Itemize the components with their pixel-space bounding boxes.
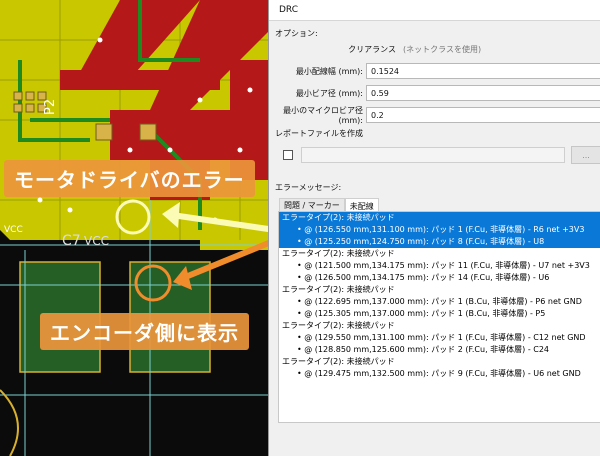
silk-label-vcc-2: VCC [84,234,109,248]
error-type-label: エラータイプ(2): 未接続パッド [282,249,395,258]
error-item[interactable]: • @ (128.850 mm,125.600 mm): パッド 2 (F.Cu… [279,344,600,356]
report-file-label: レポートファイルを作成 [275,129,363,138]
options-section-label: オプション: [275,29,318,38]
error-item-text: @ (129.475 mm,132.500 mm): パッド 9 (F.Cu, … [304,369,581,378]
silk-label-vcc: VCC [4,225,23,235]
error-type-label: エラータイプ(2): 未接続パッド [282,213,395,222]
error-item-text: @ (125.250 mm,124.750 mm): パッド 8 (F.Cu, … [304,237,545,246]
callout-encoder-side: エンコーダ側に表示 [40,313,249,350]
error-item[interactable]: • @ (129.550 mm,131.100 mm): パッド 1 (F.Cu… [279,332,600,344]
tab-problems-markers[interactable]: 問題 / マーカー [279,198,345,212]
drc-title: DRC [279,5,299,15]
error-item-text: @ (126.550 mm,131.100 mm): パッド 1 (F.Cu, … [304,225,585,234]
min-microvia-label: 最小のマイクロビア径 (mm): [283,106,363,125]
error-item-text: @ (122.695 mm,137.000 mm): パッド 1 (B.Cu, … [304,297,582,306]
error-group[interactable]: エラータイプ(2): 未接続パッド • @ (129.475 mm,132.50… [279,356,600,380]
error-item[interactable]: • @ (125.305 mm,137.000 mm): パッド 1 (B.Cu… [279,308,600,320]
error-type-label: エラータイプ(2): 未接続パッド [282,321,395,330]
min-via-label: 最小ビア径 (mm): [295,88,363,98]
error-item-text: @ (126.500 mm,134.175 mm): パッド 14 (F.Cu,… [304,273,550,282]
error-type-label: エラータイプ(2): 未接続パッド [282,357,395,366]
error-messages-label: エラーメッセージ: [275,183,342,192]
error-group[interactable]: エラータイプ(2): 未接続パッド • @ (126.550 mm,131.10… [279,212,600,248]
silk-label-p2: P2 [43,99,58,115]
clearance-label: クリアランス [348,44,396,54]
callout-driver-error: モータドライバのエラー [4,160,255,197]
error-item-text: @ (121.500 mm,134.175 mm): パッド 11 (F.Cu,… [304,261,590,270]
min-via-row: 最小ビア径 (mm): 0.59 [269,84,600,102]
clearance-value: (ネットクラスを使用) [403,44,482,54]
error-group[interactable]: エラータイプ(2): 未接続パッド • @ (122.695 mm,137.00… [279,284,600,320]
drc-titlebar[interactable]: DRC [269,0,600,21]
report-file-input[interactable] [301,147,565,163]
error-list[interactable]: エラータイプ(2): 未接続パッド • @ (126.550 mm,131.10… [278,211,600,423]
error-group[interactable]: エラータイプ(2): 未接続パッド • @ (121.500 mm,134.17… [279,248,600,284]
min-via-input[interactable]: 0.59 [366,85,600,101]
report-file-checkbox[interactable] [283,150,293,160]
min-track-width-row: 最小配線幅 (mm): 0.1524 [269,62,600,80]
error-item[interactable]: • @ (126.550 mm,131.100 mm): パッド 1 (F.Cu… [279,224,600,236]
min-microvia-input[interactable]: 0.2 [366,107,600,123]
error-type-label: エラータイプ(2): 未接続パッド [282,285,395,294]
min-track-width-label: 最小配線幅 (mm): [295,66,363,76]
min-track-width-input[interactable]: 0.1524 [366,63,600,79]
error-item[interactable]: • @ (121.500 mm,134.175 mm): パッド 11 (F.C… [279,260,600,272]
error-item[interactable]: • @ (122.695 mm,137.000 mm): パッド 1 (B.Cu… [279,296,600,308]
silk-label-c7: C7 [62,233,81,249]
error-item[interactable]: • @ (129.475 mm,132.500 mm): パッド 9 (F.Cu… [279,368,600,380]
error-item-text: @ (129.550 mm,131.100 mm): パッド 1 (F.Cu, … [304,333,586,342]
error-group[interactable]: エラータイプ(2): 未接続パッド • @ (129.550 mm,131.10… [279,320,600,356]
min-microvia-row: 最小のマイクロビア径 (mm): 0.2 [269,106,600,125]
browse-button[interactable]: ... [571,146,600,164]
error-item[interactable]: • @ (125.250 mm,124.750 mm): パッド 8 (F.Cu… [279,236,600,248]
error-item-text: @ (128.850 mm,125.600 mm): パッド 2 (F.Cu, … [304,345,550,354]
error-tabs: 問題 / マーカー 未配線 [279,198,379,213]
clearance-row: クリアランス (ネットクラスを使用) [269,40,600,58]
error-item[interactable]: • @ (126.500 mm,134.175 mm): パッド 14 (F.C… [279,272,600,284]
error-item-text: @ (125.305 mm,137.000 mm): パッド 1 (B.Cu, … [304,309,546,318]
report-file-row: ... [283,146,600,164]
